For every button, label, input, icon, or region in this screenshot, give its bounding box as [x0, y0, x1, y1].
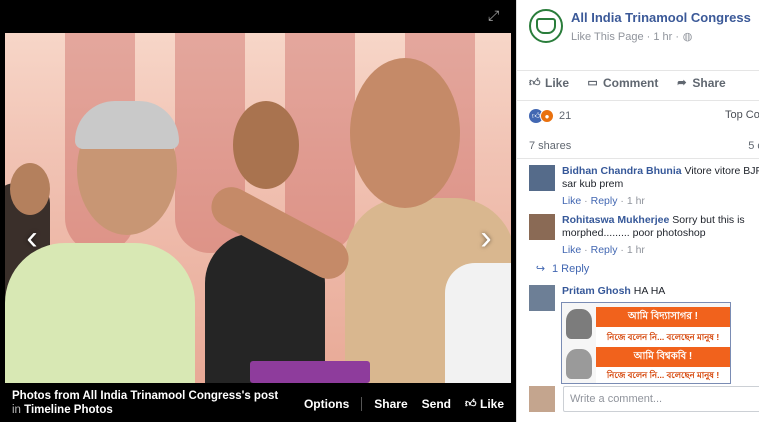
like-button[interactable]: 👍︎ Like	[465, 397, 504, 411]
current-user-avatar	[529, 386, 555, 412]
comment-icon: ▭	[587, 76, 598, 89]
reaction-summary[interactable]: 👍︎ ● 21 Top Com	[529, 109, 759, 123]
reply-arrow-icon: ↪	[535, 262, 546, 275]
caption-album[interactable]: Timeline Photos	[24, 404, 113, 416]
comment-item: Bidhan Chandra Bhunia Vitore vitore BJP …	[529, 165, 759, 208]
photo-caption-bar: Photos from All India Trinamool Congress…	[0, 383, 516, 422]
divider	[517, 100, 759, 101]
next-photo-button[interactable]: ›	[471, 218, 501, 258]
comment-text: HA HA	[633, 285, 666, 297]
expand-icon[interactable]: ⤢	[488, 8, 502, 22]
post-comment-button[interactable]: ▭ Comment	[587, 76, 658, 90]
divider	[517, 70, 759, 71]
comment-meta: Like · Reply · 1 hr	[562, 244, 645, 256]
commenter-name[interactable]: Rohitaswa Mukherjee	[562, 214, 669, 226]
page-logo-avatar[interactable]	[529, 9, 563, 43]
post-share-button[interactable]: ➦ Share	[676, 76, 725, 90]
post-like-button[interactable]: 👍︎ Like	[529, 76, 569, 90]
meme-line: আমি বিশ্বকবি !	[596, 347, 730, 367]
comment-meta: Like · Reply · 1 hr	[562, 195, 645, 207]
post-comment-label: Comment	[603, 76, 659, 90]
person-hair	[75, 101, 179, 149]
meme-line: আমি বিদ্যাসাগর !	[596, 307, 730, 327]
reaction-count: 21	[559, 110, 572, 122]
comment-like-link[interactable]: Like	[562, 244, 581, 256]
angry-reaction-icon: ●	[540, 109, 554, 123]
commenter-avatar[interactable]	[529, 214, 555, 240]
comment-time[interactable]: 1 hr	[627, 195, 645, 207]
post-share-label: Share	[692, 76, 726, 90]
options-button[interactable]: Options	[304, 397, 349, 411]
person-head	[233, 101, 299, 189]
previous-photo-button[interactable]: ‹	[17, 218, 47, 258]
share-button[interactable]: Share	[374, 397, 407, 411]
meme-line: নিজে বলেন নি... বলেছেন মানুষ !	[596, 327, 730, 347]
sweet-box	[250, 361, 370, 383]
like-label: Like	[479, 397, 504, 411]
commenter-name[interactable]: Bidhan Chandra Bhunia	[562, 165, 682, 177]
top-comments-dropdown[interactable]: Top Com	[725, 109, 759, 121]
post-time[interactable]: 1 hr	[653, 31, 672, 43]
person-head	[10, 163, 50, 215]
shares-row: 7 shares 5 co	[529, 140, 759, 152]
photo-actions: Options Share Send 👍︎ Like	[304, 397, 504, 411]
comments-count-link[interactable]: 5 co	[748, 140, 759, 152]
comment-input[interactable]: Write a comment...	[563, 386, 759, 412]
send-button[interactable]: Send	[422, 397, 451, 411]
post-action-row: 👍︎ Like ▭ Comment ➦ Share	[529, 76, 744, 90]
commenter-avatar[interactable]	[529, 285, 555, 311]
divider	[361, 397, 363, 411]
divider	[517, 158, 759, 159]
page-name-link[interactable]: All India Trinamool Congress	[571, 10, 751, 25]
comment-item: Rohitaswa Mukherjee Sorry but this is mo…	[529, 214, 759, 257]
post-like-label: Like	[545, 76, 570, 90]
globe-icon: ◍	[682, 31, 693, 43]
caption-in: in	[12, 404, 21, 416]
page-header: All India Trinamool Congress Like This P…	[529, 9, 751, 43]
commenter-name[interactable]: Pritam Ghosh	[562, 285, 631, 297]
caption-title[interactable]: Photos from All India Trinamool Congress…	[12, 390, 278, 402]
photo-theater: ⤢ ‹ › Photos from All India Trinamool Co…	[0, 0, 516, 422]
comment-meme-image[interactable]: আমি বিদ্যাসাগর ! নিজে বলেন নি... বলেছেন …	[561, 302, 731, 384]
view-replies-link[interactable]: ↪ 1 Reply	[535, 263, 589, 275]
meme-line: নিজে বলেন নি... বলেছেন মানুষ !	[596, 367, 730, 383]
commenter-avatar[interactable]	[529, 165, 555, 191]
share-arrow-icon: ➦	[677, 76, 687, 89]
reply-count: 1 Reply	[552, 263, 590, 275]
person-head	[350, 58, 460, 208]
portrait-image	[566, 309, 592, 339]
page-subline: Like This Page · 1 hr · ◍	[571, 31, 693, 43]
thumbs-up-icon: 👍︎	[529, 76, 541, 89]
shares-count-link[interactable]: 7 shares	[529, 140, 571, 152]
portrait-image	[566, 349, 592, 379]
write-comment-row: Write a comment...	[529, 386, 759, 412]
person-left-body	[5, 243, 195, 383]
thumbs-up-icon: 👍︎	[464, 397, 477, 410]
comment-reply-link[interactable]: Reply	[591, 195, 618, 207]
like-page-link[interactable]: Like This Page	[571, 31, 644, 43]
post-photo: ‹ ›	[5, 33, 511, 383]
comment-time[interactable]: 1 hr	[627, 244, 645, 256]
comment-reply-link[interactable]: Reply	[591, 244, 618, 256]
person-right-sleeve	[445, 263, 511, 383]
photo-caption: Photos from All India Trinamool Congress…	[12, 389, 292, 417]
party-logo-icon	[536, 18, 556, 34]
comment-like-link[interactable]: Like	[562, 195, 581, 207]
